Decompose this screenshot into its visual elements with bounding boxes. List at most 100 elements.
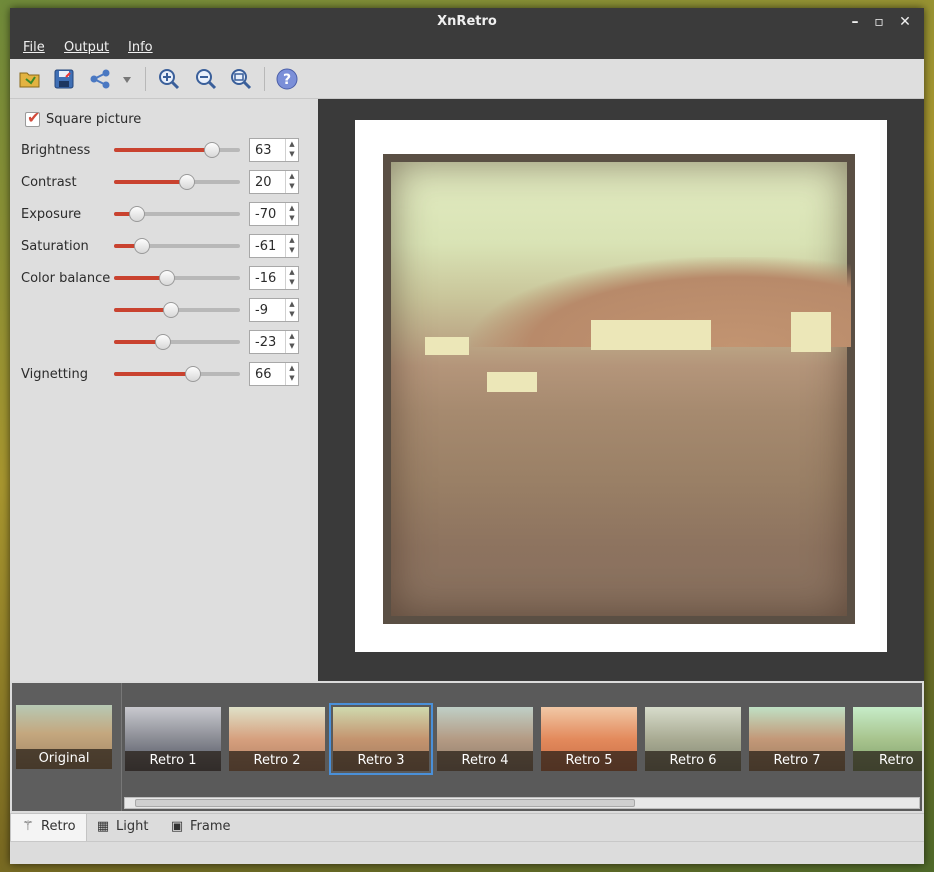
spin-arrows-icon[interactable]: ▲ ▼ bbox=[285, 331, 298, 353]
square-picture-label: Square picture bbox=[46, 112, 142, 127]
slider-handle[interactable] bbox=[133, 238, 150, 254]
color-balance-red-spinbox[interactable]: -16 ▲ ▼ bbox=[249, 266, 299, 290]
maximize-button[interactable]: ▫ bbox=[868, 11, 890, 33]
exposure-value: -70 bbox=[255, 207, 277, 222]
slider-handle[interactable] bbox=[203, 142, 220, 158]
tab-frame-label: Frame bbox=[190, 819, 231, 834]
slider-handle[interactable] bbox=[158, 270, 175, 286]
frame-icon: ▣ bbox=[170, 819, 184, 834]
vignetting-slider[interactable] bbox=[114, 364, 240, 384]
contrast-value: 20 bbox=[255, 175, 272, 190]
spin-arrows-icon[interactable]: ▲ ▼ bbox=[285, 203, 298, 225]
app-window: XnRetro – ▫ ✕ File Output Info ? ✔ Squar… bbox=[10, 8, 924, 864]
slider-handle[interactable] bbox=[163, 302, 180, 318]
polaroid-frame bbox=[355, 120, 887, 652]
preset-scrollbar[interactable] bbox=[124, 797, 920, 809]
toolbar-separator bbox=[264, 67, 265, 91]
color-balance-label: Color balance bbox=[21, 271, 111, 286]
color-balance-red-slider[interactable] bbox=[114, 268, 240, 288]
zoom-in-icon[interactable] bbox=[157, 67, 181, 91]
minimize-button[interactable]: – bbox=[844, 11, 866, 33]
slider-handle[interactable] bbox=[185, 366, 202, 382]
color-balance-blue-slider[interactable] bbox=[114, 332, 240, 352]
square-picture-checkbox[interactable]: ✔ bbox=[25, 108, 40, 127]
color-balance-green-spinbox[interactable]: -9 ▲ ▼ bbox=[249, 298, 299, 322]
brightness-slider[interactable] bbox=[114, 140, 240, 160]
zoom-out-icon[interactable] bbox=[194, 67, 218, 91]
preset-retro-7[interactable]: Retro 7 bbox=[749, 707, 845, 771]
scrollbar-handle[interactable] bbox=[135, 799, 635, 807]
brightness-label: Brightness bbox=[21, 143, 91, 158]
brightness-value: 63 bbox=[255, 143, 272, 158]
exposure-spinbox[interactable]: -70 ▲ ▼ bbox=[249, 202, 299, 226]
preset-strip: Original Retro 1 Retro 2 Retro 3 Retro 4 bbox=[12, 683, 922, 811]
preset-retro-1[interactable]: Retro 1 bbox=[125, 707, 221, 771]
tab-retro[interactable]: ⚚ Retro bbox=[10, 814, 87, 842]
preset-retro-8[interactable]: Retro 8 bbox=[853, 707, 922, 771]
saturation-value: -61 bbox=[255, 239, 277, 254]
contrast-slider[interactable] bbox=[114, 172, 240, 192]
slider-handle[interactable] bbox=[128, 206, 145, 222]
color-balance-blue-value: -23 bbox=[255, 335, 277, 350]
spin-arrows-icon[interactable]: ▲ ▼ bbox=[285, 139, 298, 161]
preset-retro-5[interactable]: Retro 5 bbox=[541, 707, 637, 771]
color-balance-green-slider[interactable] bbox=[114, 300, 240, 320]
preset-label: Retro 1 bbox=[125, 751, 221, 771]
spin-arrows-icon[interactable]: ▲ ▼ bbox=[285, 299, 298, 321]
contrast-spinbox[interactable]: 20 ▲ ▼ bbox=[249, 170, 299, 194]
tab-retro-label: Retro bbox=[41, 819, 76, 834]
settings-panel: ✔ Square picture Brightness 63 ▲ ▼ Contra… bbox=[10, 99, 318, 681]
slider-fill bbox=[114, 148, 212, 152]
tab-frame[interactable]: ▣ Frame bbox=[160, 814, 241, 842]
preset-label: Retro 4 bbox=[437, 751, 533, 771]
checkmark-icon: ✔ bbox=[27, 108, 41, 127]
saturation-spinbox[interactable]: -61 ▲ ▼ bbox=[249, 234, 299, 258]
menu-file[interactable]: File bbox=[23, 40, 45, 55]
preset-label: Original bbox=[16, 749, 112, 769]
window-title: XnRetro bbox=[437, 14, 497, 29]
menu-output-label: Output bbox=[64, 40, 110, 55]
preset-retro-4[interactable]: Retro 4 bbox=[437, 707, 533, 771]
color-balance-blue-spinbox[interactable]: -23 ▲ ▼ bbox=[249, 330, 299, 354]
menu-info[interactable]: Info bbox=[128, 40, 153, 55]
preset-retro-2[interactable]: Retro 2 bbox=[229, 707, 325, 771]
preset-retro-3[interactable]: Retro 3 bbox=[329, 703, 433, 775]
saturation-slider[interactable] bbox=[114, 236, 240, 256]
slider-fill bbox=[114, 372, 194, 376]
spin-arrows-icon[interactable]: ▲ ▼ bbox=[285, 171, 298, 193]
preset-label: Retro 5 bbox=[541, 751, 637, 771]
preset-original[interactable]: Original bbox=[16, 705, 112, 769]
status-bar bbox=[10, 841, 924, 864]
spin-arrows-icon[interactable]: ▲ ▼ bbox=[285, 235, 298, 257]
vignetting-value: 66 bbox=[255, 367, 272, 382]
help-icon[interactable]: ? bbox=[275, 67, 299, 91]
menu-output[interactable]: Output bbox=[64, 40, 109, 55]
tab-light[interactable]: ▦ Light bbox=[86, 814, 158, 842]
preview-photo bbox=[383, 154, 855, 624]
share-icon[interactable] bbox=[88, 67, 112, 91]
slider-handle[interactable] bbox=[179, 174, 196, 190]
toolbar: ? bbox=[10, 59, 924, 99]
spin-arrows-icon[interactable]: ▲ ▼ bbox=[285, 267, 298, 289]
contrast-label: Contrast bbox=[21, 175, 77, 190]
vignetting-spinbox[interactable]: 66 ▲ ▼ bbox=[249, 362, 299, 386]
tab-light-label: Light bbox=[116, 819, 149, 834]
save-icon[interactable] bbox=[52, 67, 76, 91]
preset-label: Retro 2 bbox=[229, 751, 325, 771]
magic-wand-icon: ⚚ bbox=[22, 819, 34, 834]
preset-retro-6[interactable]: Retro 6 bbox=[645, 707, 741, 771]
preset-area: Original Retro 1 Retro 2 Retro 3 Retro 4 bbox=[10, 681, 924, 813]
exposure-slider[interactable] bbox=[114, 204, 240, 224]
slider-handle[interactable] bbox=[155, 334, 172, 350]
close-button[interactable]: ✕ bbox=[894, 11, 916, 33]
image-preview[interactable] bbox=[318, 99, 924, 681]
spin-arrows-icon[interactable]: ▲ ▼ bbox=[285, 363, 298, 385]
menu-file-label: File bbox=[23, 40, 45, 55]
open-folder-icon[interactable] bbox=[18, 67, 42, 91]
tab-bar: ⚚ Retro ▦ Light ▣ Frame bbox=[10, 813, 924, 842]
dropdown-arrow-icon[interactable] bbox=[120, 67, 134, 91]
building bbox=[425, 337, 469, 355]
slider-fill bbox=[114, 180, 188, 184]
zoom-actual-icon[interactable] bbox=[229, 67, 253, 91]
brightness-spinbox[interactable]: 63 ▲ ▼ bbox=[249, 138, 299, 162]
